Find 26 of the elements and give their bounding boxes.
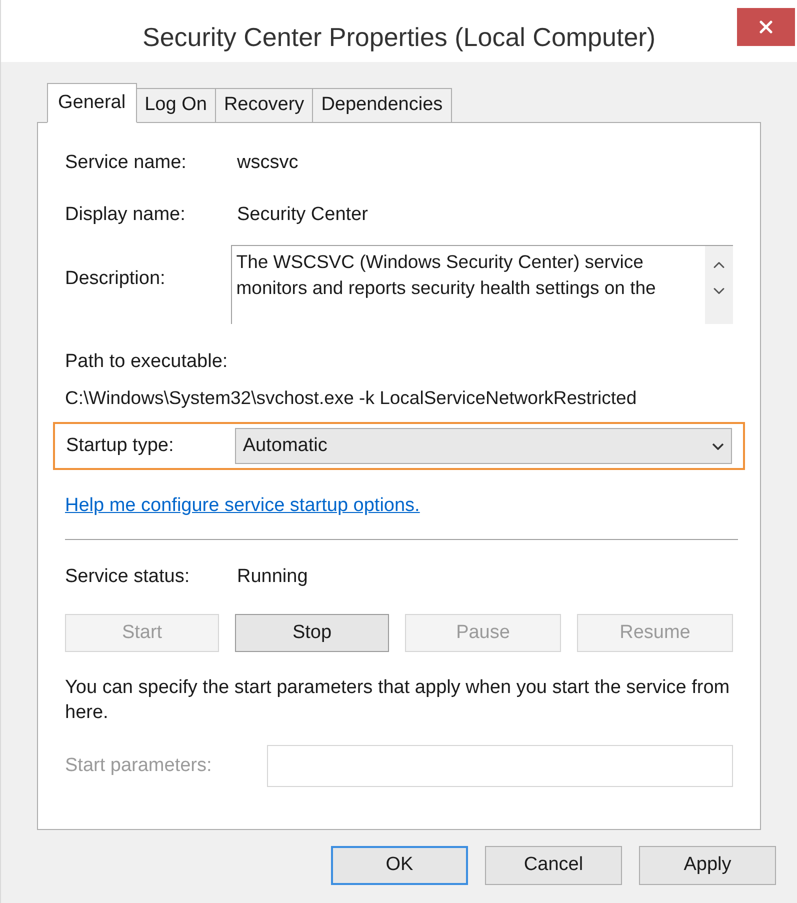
field-value: Security Center bbox=[237, 202, 368, 226]
start-parameters-note: You can specify the start parameters that apply when you start the service from here. bbox=[65, 676, 731, 726]
tab[interactable]: Log On bbox=[136, 88, 216, 123]
dialog-button[interactable]: OK bbox=[331, 846, 468, 885]
field-label: Startup type: bbox=[66, 434, 175, 458]
close-button[interactable] bbox=[737, 8, 795, 46]
window-title: Security Center Properties (Local Computer) bbox=[142, 20, 656, 54]
field-label: Path to executable: bbox=[65, 350, 228, 374]
field-label: Display name: bbox=[65, 202, 186, 226]
tab[interactable]: Recovery bbox=[216, 88, 314, 123]
startup-type-dropdown[interactable]: Automatic bbox=[234, 428, 732, 464]
field-label: Service status: bbox=[65, 564, 191, 589]
path-text: C:\Windows\System32\svchost.exe -k LocalServiceNetworkRestricted bbox=[65, 386, 637, 410]
service-button[interactable]: Stop bbox=[235, 614, 389, 652]
help-link[interactable]: Help me configure service startup options. bbox=[65, 492, 420, 521]
dropdown-caret-icon bbox=[712, 442, 724, 450]
dialog-button[interactable]: Cancel bbox=[485, 846, 622, 885]
tab[interactable]: Dependencies bbox=[313, 88, 452, 123]
field-value: wscsvc bbox=[237, 151, 298, 175]
field-label: Description: bbox=[65, 267, 166, 291]
tab[interactable]: General bbox=[47, 83, 137, 123]
dialog-button[interactable]: Apply bbox=[639, 846, 776, 885]
field-label: Start parameters: bbox=[65, 754, 213, 778]
field-label: Service name: bbox=[65, 151, 188, 175]
field-value: Running bbox=[237, 564, 308, 589]
description-text: The WSCSVC (Windows Security Center) service monitors and reports security health settings on the bbox=[235, 250, 657, 300]
